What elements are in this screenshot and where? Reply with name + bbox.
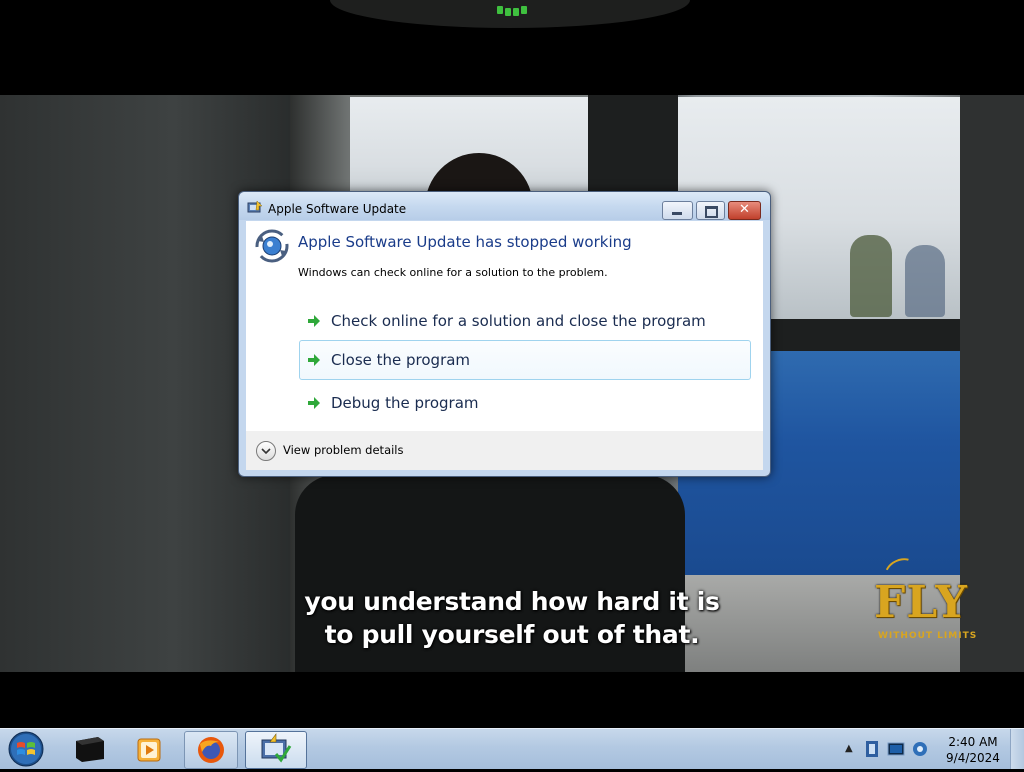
debug-program-label: Debug the program xyxy=(331,394,479,412)
taskbar-app-media-player[interactable] xyxy=(124,731,176,767)
logo-subtext: WITHOUT LIMITS xyxy=(878,631,978,641)
minimize-icon xyxy=(663,202,692,219)
show-desktop-button[interactable] xyxy=(1010,729,1024,769)
background-person xyxy=(850,235,892,317)
minimize-button[interactable] xyxy=(662,201,693,220)
dialog-subtext: Windows can check online for a solution … xyxy=(298,266,608,279)
software-update-icon xyxy=(255,229,289,263)
taskbar: ▲ 2:40 AM 9/4/2024 xyxy=(0,728,1024,769)
taskbar-app-device[interactable] xyxy=(64,731,116,767)
taskbar-app-error-reporting[interactable] xyxy=(245,731,307,769)
firefox-icon xyxy=(198,737,224,763)
error-dialog: Apple Software Update ✕ Apple Software U… xyxy=(238,191,771,477)
error-reporting-icon xyxy=(261,733,292,763)
check-online-label: Check online for a solution and close th… xyxy=(331,312,706,330)
debug-program-option[interactable]: Debug the program xyxy=(299,383,751,423)
logo-text: FLY xyxy=(874,577,968,628)
close-button[interactable]: ✕ xyxy=(728,201,761,220)
tray-update-icon[interactable] xyxy=(913,742,927,756)
tray-expand-icon[interactable]: ▲ xyxy=(845,743,855,754)
start-button[interactable] xyxy=(4,730,48,768)
close-icon: ✕ xyxy=(739,202,750,217)
background-person xyxy=(905,245,945,317)
taskbar-app-firefox[interactable] xyxy=(184,731,238,769)
expand-details-button[interactable] xyxy=(256,441,276,461)
black-box-icon xyxy=(76,737,104,762)
green-arrow-icon xyxy=(308,354,320,366)
close-program-label: Close the program xyxy=(331,351,471,369)
view-problem-details-link[interactable]: View problem details xyxy=(283,443,404,457)
dialog-heading: Apple Software Update has stopped workin… xyxy=(298,233,632,251)
maximize-icon xyxy=(697,202,724,219)
green-arrow-icon xyxy=(308,315,320,327)
media-player-icon xyxy=(137,738,161,762)
tray-app-icon[interactable] xyxy=(866,741,878,757)
remote-session-grip-icon[interactable] xyxy=(497,6,527,16)
error-reporting-icon xyxy=(247,200,263,213)
clock-time[interactable]: 2:40 AM xyxy=(940,735,1006,749)
system-tray xyxy=(866,741,927,757)
network-icon[interactable] xyxy=(887,742,905,756)
dialog-title-bar[interactable]: Apple Software Update ✕ xyxy=(239,192,770,220)
green-arrow-icon xyxy=(308,397,320,409)
chevron-down-icon xyxy=(261,448,271,455)
maximize-button[interactable] xyxy=(696,201,725,220)
clock-date[interactable]: 9/4/2024 xyxy=(940,751,1006,765)
dialog-content: Apple Software Update has stopped workin… xyxy=(246,221,763,431)
check-online-option[interactable]: Check online for a solution and close th… xyxy=(299,301,751,341)
channel-logo: FLY WITHOUT LIMITS xyxy=(866,553,1006,655)
dialog-footer: View problem details xyxy=(246,431,763,470)
dialog-title: Apple Software Update xyxy=(268,202,407,216)
close-program-option[interactable]: Close the program xyxy=(299,340,751,380)
